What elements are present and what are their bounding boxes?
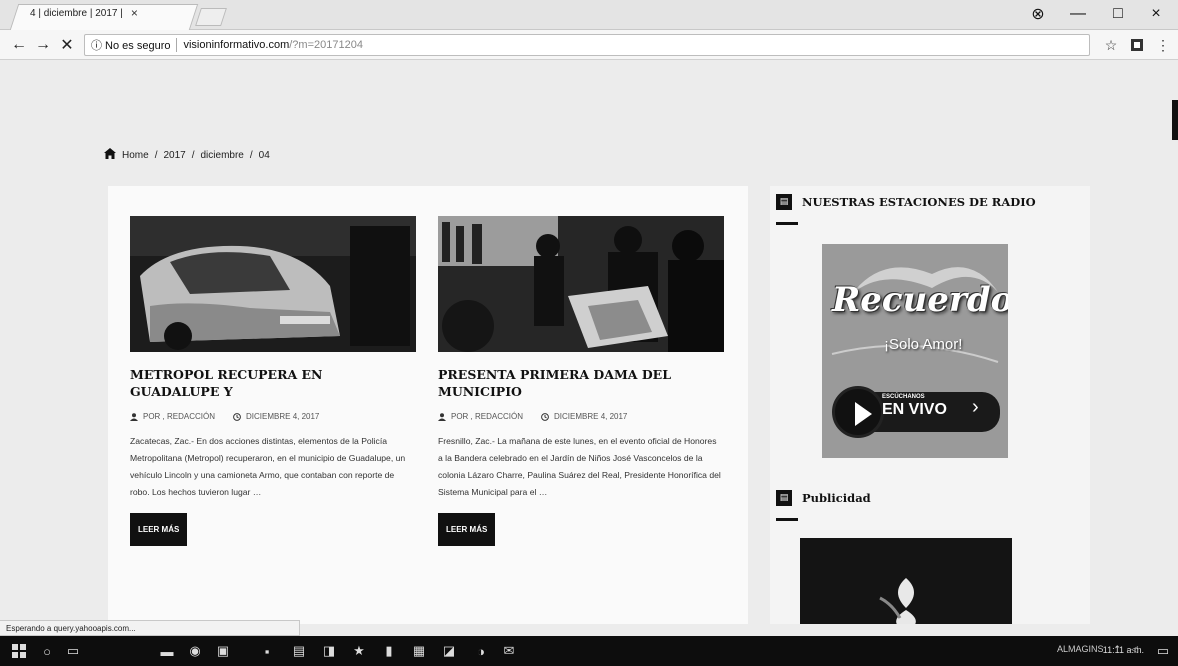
post-card: PRESENTA PRIMERA DAMA DEL MUNICIPIO POR … bbox=[438, 216, 724, 546]
post-date-text[interactable]: DICIEMBRE 4, 2017 bbox=[554, 412, 627, 421]
breadcrumb-separator: / bbox=[249, 149, 253, 161]
user-icon bbox=[438, 412, 446, 421]
post-date-text[interactable]: DICIEMBRE 4, 2017 bbox=[246, 412, 319, 421]
post-meta: POR , REDACCIÓN DICIEMBRE 4, 2017 bbox=[130, 412, 416, 421]
listen-live-big-text: EN VIVO bbox=[882, 401, 947, 418]
advertisement-image[interactable] bbox=[800, 538, 1012, 624]
browser-icon[interactable]: ◉ bbox=[186, 642, 204, 660]
breadcrumb-month[interactable]: diciembre bbox=[201, 150, 244, 161]
post-excerpt: Zacatecas, Zac.- En dos acciones distint… bbox=[130, 436, 406, 497]
app-icon[interactable]: ◪ bbox=[440, 642, 458, 660]
notifications-icon[interactable]: ▭ bbox=[1154, 642, 1172, 660]
post-card: METROPOL RECUPERA EN GUADALUPE Y POR , R… bbox=[130, 216, 416, 546]
radio-widget-title-text: NUESTRAS ESTACIONES DE RADIO bbox=[802, 195, 1036, 209]
radio-tagline: ¡Solo Amor! bbox=[884, 336, 963, 353]
widget-icon: ▤ bbox=[776, 194, 792, 210]
read-more-button[interactable]: LEER MÁS bbox=[130, 513, 188, 546]
search-icon[interactable]: ○ bbox=[38, 642, 56, 660]
back-button[interactable]: ← bbox=[8, 34, 30, 56]
app-icon[interactable]: ▤ bbox=[290, 642, 308, 660]
address-separator bbox=[176, 38, 178, 52]
task-view-icon[interactable]: ▭ bbox=[64, 642, 82, 660]
scrollbar-thumb[interactable] bbox=[1172, 100, 1178, 140]
store-icon[interactable]: ▣ bbox=[214, 642, 232, 660]
status-bar: Esperando a query.yahooapis.com... bbox=[0, 620, 300, 636]
breadcrumb-separator: / bbox=[154, 149, 158, 161]
title-underline bbox=[776, 222, 798, 225]
account-icon[interactable]: ⊗ bbox=[1018, 2, 1058, 26]
clock-icon bbox=[233, 412, 241, 421]
url-path: /?m=20171204 bbox=[289, 39, 363, 51]
url-host: visioninformativo.com bbox=[183, 39, 290, 51]
listen-live-button[interactable]: ESCÚCHANOS EN VIVO › bbox=[832, 386, 1000, 438]
browser-toolbar: ← → ✕ ⓘ No es seguro visioninformativo.c… bbox=[0, 30, 1178, 60]
tab-title: 4 | diciembre | 2017 | bbox=[30, 7, 123, 19]
breadcrumb-separator: / bbox=[191, 149, 195, 161]
app-icon[interactable]: ▪ bbox=[258, 642, 276, 660]
post-list: METROPOL RECUPERA EN GUADALUPE Y POR , R… bbox=[108, 186, 748, 624]
maximize-button[interactable]: □ bbox=[1098, 2, 1138, 26]
taskbar: ○ ▭ ▬ ◉ ▣ ▪ ▤ ◨ ★ ▮ ▦ ◪ ◑ ✉ ALMAGINS ⌃ ◁… bbox=[0, 636, 1178, 666]
radio-banner[interactable]: Recuerdo ¡Solo Amor! ESCÚCHANOS EN VIVO … bbox=[822, 244, 1008, 458]
post-thumbnail[interactable] bbox=[438, 216, 724, 352]
breadcrumb-day: 04 bbox=[258, 149, 270, 161]
post-author-text[interactable]: POR , REDACCIÓN bbox=[451, 412, 523, 421]
ads-widget-title: ▤ Publicidad bbox=[776, 490, 871, 506]
close-window-button[interactable]: × bbox=[1136, 2, 1176, 26]
post-excerpt: Fresnillo, Zac.- La mañana de este lunes… bbox=[438, 436, 721, 497]
chevron-right-icon: › bbox=[972, 396, 979, 418]
windows-start-icon[interactable] bbox=[10, 642, 28, 660]
address-bar[interactable]: ⓘ No es seguro visioninformativo.com/?m=… bbox=[84, 34, 1090, 56]
app-icon[interactable]: ▦ bbox=[410, 642, 428, 660]
post-title[interactable]: METROPOL RECUPERA EN GUADALUPE Y bbox=[130, 366, 416, 400]
radio-brand-logo: Recuerdo bbox=[832, 280, 1008, 320]
breadcrumb-year[interactable]: 2017 bbox=[163, 150, 185, 161]
widget-icon: ▤ bbox=[776, 490, 792, 506]
post-date: DICIEMBRE 4, 2017 bbox=[233, 412, 319, 421]
home-icon bbox=[104, 148, 116, 162]
post-meta: POR , REDACCIÓN DICIEMBRE 4, 2017 bbox=[438, 412, 724, 421]
security-indicator[interactable]: ⓘ No es seguro bbox=[91, 37, 170, 53]
ads-widget-title-text: Publicidad bbox=[802, 491, 871, 505]
breadcrumb-home[interactable]: Home bbox=[122, 150, 149, 161]
clock-icon bbox=[541, 412, 549, 421]
file-explorer-icon[interactable]: ▬ bbox=[158, 642, 176, 660]
tab-close-icon[interactable]: × bbox=[131, 6, 138, 20]
post-thumbnail[interactable] bbox=[130, 216, 416, 352]
post-date: DICIEMBRE 4, 2017 bbox=[541, 412, 627, 421]
system-clock[interactable]: 11:11 a.m. bbox=[1103, 645, 1144, 655]
tray-label[interactable]: ALMAGINS bbox=[1057, 644, 1104, 655]
reload-button[interactable]: ✕ bbox=[56, 34, 78, 56]
extension-icon[interactable] bbox=[1126, 34, 1148, 56]
app-icon[interactable]: ◨ bbox=[320, 642, 338, 660]
app-icon[interactable]: ◑ bbox=[472, 642, 490, 660]
tab-content: 4 | diciembre | 2017 | × bbox=[30, 6, 138, 20]
post-author: POR , REDACCIÓN bbox=[130, 412, 215, 421]
forward-button[interactable]: → bbox=[32, 34, 54, 56]
app-icon[interactable]: ★ bbox=[350, 642, 368, 660]
new-tab-button[interactable] bbox=[195, 8, 227, 26]
read-more-button[interactable]: LEER MÁS bbox=[438, 513, 496, 546]
minimize-button[interactable]: — bbox=[1058, 2, 1098, 26]
breadcrumb: Home / 2017 / diciembre / 04 bbox=[104, 148, 270, 162]
listen-live-small-text: ESCÚCHANOS bbox=[882, 394, 925, 400]
title-underline bbox=[776, 518, 798, 521]
browser-tab-bar: 4 | diciembre | 2017 | × ⊗ — □ × bbox=[0, 0, 1178, 30]
radio-widget-title: ▤ NUESTRAS ESTACIONES DE RADIO bbox=[776, 194, 1036, 210]
user-icon bbox=[130, 412, 138, 421]
browser-menu-icon[interactable]: ⋮ bbox=[1152, 34, 1174, 56]
mail-icon[interactable]: ✉ bbox=[500, 642, 518, 660]
play-icon bbox=[832, 386, 884, 438]
post-title[interactable]: PRESENTA PRIMERA DAMA DEL MUNICIPIO bbox=[438, 366, 724, 400]
sidebar: ▤ NUESTRAS ESTACIONES DE RADIO Recuerdo … bbox=[770, 186, 1090, 624]
web-page: Home / 2017 / diciembre / 04 METROPOL RE… bbox=[0, 60, 1178, 624]
post-author-text[interactable]: POR , REDACCIÓN bbox=[143, 412, 215, 421]
app-icon[interactable]: ▮ bbox=[380, 642, 398, 660]
post-author: POR , REDACCIÓN bbox=[438, 412, 523, 421]
bookmark-star-icon[interactable]: ☆ bbox=[1100, 34, 1122, 56]
